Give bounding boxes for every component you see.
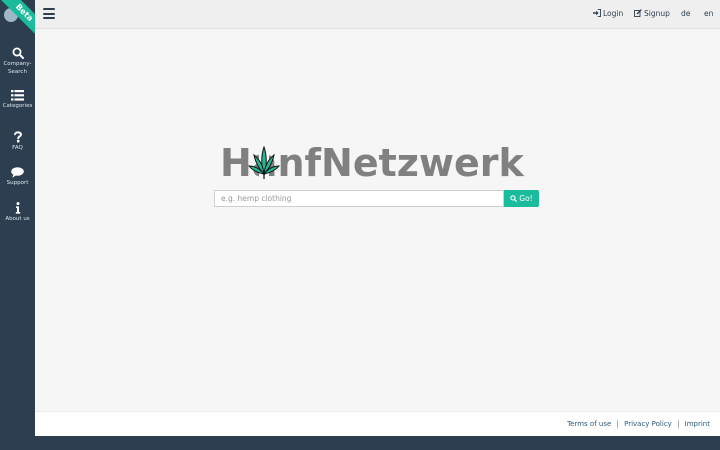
sidebar-item-label: FAQ (12, 145, 23, 151)
sidebar-item-label: Categories (2, 103, 33, 109)
go-button[interactable]: Go! (504, 190, 539, 207)
edit-icon (634, 9, 642, 17)
sidebar-item-support[interactable]: Support (0, 167, 35, 188)
language-en-link[interactable]: en (704, 9, 713, 18)
list-icon (11, 90, 24, 101)
menu-toggle-icon[interactable] (43, 8, 55, 20)
footer-separator: | (677, 420, 680, 428)
chat-bubble-icon (11, 167, 24, 178)
search-input[interactable] (214, 190, 504, 207)
search-icon (12, 47, 24, 59)
imprint-link[interactable]: Imprint (685, 420, 710, 428)
main-content: HanfNetzwerk Go! (35, 29, 720, 411)
brand-corner[interactable]: Beta (0, 0, 35, 40)
sidebar-item-about-us[interactable]: About us (0, 202, 35, 224)
sign-in-icon (593, 8, 602, 18)
sidebar-item-label: About us (5, 216, 30, 222)
sidebar: Beta Company- Search Categories FAQ Supp… (0, 0, 35, 450)
language-de-link[interactable]: de (681, 9, 690, 18)
footer-separator: | (616, 420, 619, 428)
footer-links: Terms of use | Privacy Policy | Imprint (567, 420, 710, 428)
sidebar-item-label: Support (6, 180, 29, 186)
sidebar-item-company-search[interactable]: Company- Search (0, 47, 35, 76)
sidebar-item-faq[interactable]: FAQ (0, 131, 35, 153)
sidebar-item-categories[interactable]: Categories (0, 90, 35, 111)
privacy-policy-link[interactable]: Privacy Policy (624, 420, 672, 428)
footer: Terms of use | Privacy Policy | Imprint (35, 411, 720, 436)
signup-link[interactable]: Signup (634, 9, 670, 18)
terms-of-use-link[interactable]: Terms of use (567, 420, 611, 428)
sidebar-item-label: Company- Search (3, 61, 32, 75)
search-icon (510, 195, 518, 203)
question-icon (13, 131, 22, 143)
login-link[interactable]: Login (593, 8, 623, 18)
info-icon (15, 202, 20, 214)
top-bar: Login Signup de en (35, 0, 720, 29)
hemp-leaf-icon (248, 146, 280, 179)
